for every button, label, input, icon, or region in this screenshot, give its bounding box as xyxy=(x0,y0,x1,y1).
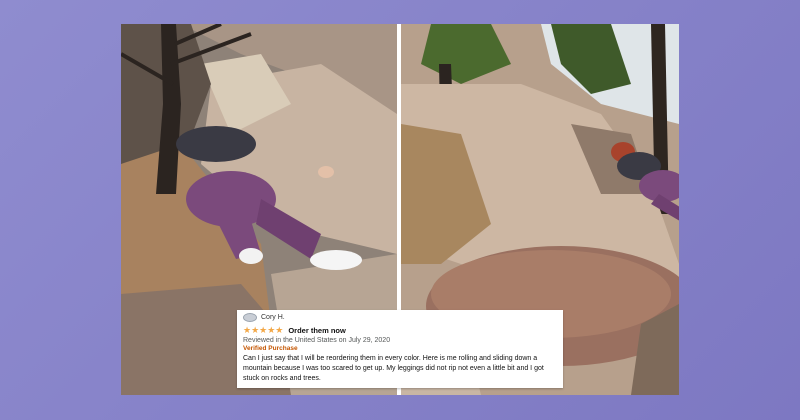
review-date: Reviewed in the United States on July 29… xyxy=(243,337,391,344)
reviewer-row: Cory H. xyxy=(243,312,557,323)
verified-badge: Verified Purchase xyxy=(243,345,298,352)
rating-row: ★★★★★ Order them now xyxy=(243,325,557,336)
review-title: Order them now xyxy=(288,326,346,335)
review-body: Can I just say that I will be reordering… xyxy=(243,355,544,382)
star-rating: ★★★★★ xyxy=(243,325,284,335)
reviewer-name: Cory H. xyxy=(261,314,285,321)
review-card: Cory H. ★★★★★ Order them now Reviewed in… xyxy=(237,310,563,388)
avatar xyxy=(243,313,257,322)
